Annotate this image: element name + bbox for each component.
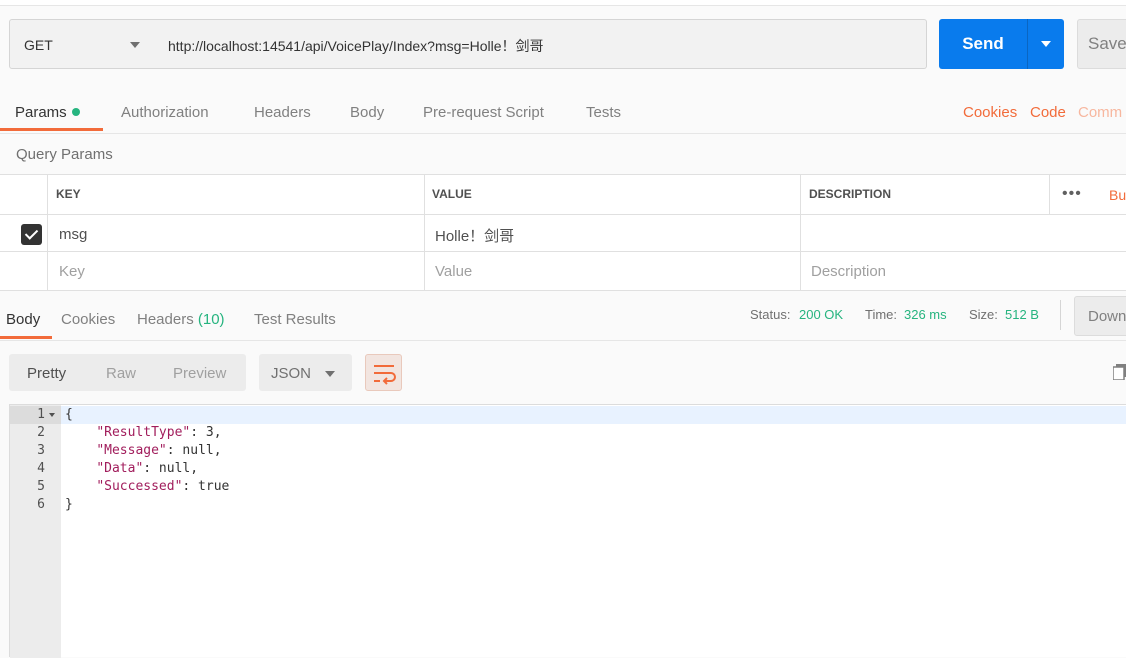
- json-key: "Message": [96, 443, 167, 458]
- code-line: }: [65, 496, 73, 514]
- pretty-button[interactable]: Pretty: [27, 365, 66, 382]
- new-description-input[interactable]: Description: [811, 263, 886, 280]
- save-button[interactable]: Save: [1077, 19, 1126, 69]
- json-value: : null,: [166, 443, 222, 458]
- status-label: Status:: [750, 307, 791, 322]
- copy-icon[interactable]: [1113, 364, 1126, 380]
- tab-params[interactable]: Params: [15, 104, 80, 121]
- table-col-divider: [1049, 175, 1050, 214]
- code-line: "Message": null,: [65, 442, 222, 460]
- json-key: "Successed": [96, 479, 183, 494]
- code-line: "ResultType": 3,: [65, 424, 222, 442]
- json-value: : null,: [143, 461, 199, 476]
- cookies-link[interactable]: Cookies: [963, 104, 1017, 121]
- column-header-value: VALUE: [432, 187, 472, 201]
- response-body-editor[interactable]: 1 2 3 4 5 6 { "ResultType": 3, "Message"…: [9, 404, 1126, 658]
- tab-authorization[interactable]: Authorization: [121, 104, 209, 121]
- request-tabs-divider: [0, 133, 1126, 134]
- raw-button[interactable]: Raw: [106, 365, 136, 382]
- method-dropdown-caret-icon: [130, 42, 140, 48]
- response-tab-body[interactable]: Body: [6, 311, 40, 328]
- wrap-lines-icon: [374, 365, 396, 385]
- format-label: JSON: [271, 365, 312, 382]
- more-dots-icon[interactable]: •••: [1062, 185, 1082, 203]
- param-key-field[interactable]: msg: [59, 226, 87, 243]
- line-number: 4: [37, 461, 45, 476]
- headers-count-badge: (10): [197, 311, 225, 328]
- table-divider: [0, 251, 1126, 252]
- tab-body[interactable]: Body: [350, 104, 384, 121]
- line-number: 6: [37, 497, 45, 512]
- response-active-tab-indicator: [0, 336, 52, 339]
- tab-pre-request-script[interactable]: Pre-request Script: [423, 104, 544, 121]
- response-tab-test-results[interactable]: Test Results: [254, 311, 336, 328]
- column-header-description: DESCRIPTION: [809, 187, 892, 201]
- bulk-edit-link[interactable]: Bu: [1109, 187, 1126, 203]
- status-value[interactable]: 200 OK: [799, 307, 843, 322]
- json-value: : true: [182, 479, 230, 494]
- format-select[interactable]: JSON: [259, 354, 352, 391]
- code-brace: {: [65, 407, 73, 422]
- time-label: Time:: [865, 307, 898, 322]
- download-button[interactable]: Down: [1074, 296, 1126, 336]
- code-line: "Successed": true: [65, 478, 229, 496]
- send-button[interactable]: Send: [939, 19, 1027, 69]
- json-value: : 3,: [190, 425, 222, 440]
- size-value[interactable]: 512 B: [1005, 307, 1039, 322]
- tab-headers[interactable]: Headers: [254, 104, 311, 121]
- table-col-divider: [424, 175, 425, 291]
- active-tab-indicator: [0, 128, 103, 131]
- line-number: 1: [37, 407, 45, 422]
- status-divider: [1060, 300, 1061, 330]
- query-params-table: KEY VALUE DESCRIPTION ••• Bu msg Holle！剑…: [0, 174, 1126, 291]
- view-mode-group: Pretty Raw Preview: [9, 354, 246, 391]
- line-number: 2: [37, 425, 45, 440]
- response-tabs-divider: [0, 340, 1126, 341]
- comments-link[interactable]: Comm: [1078, 104, 1122, 121]
- window-top-strip: [0, 0, 1126, 6]
- line-number: 5: [37, 479, 45, 494]
- json-key: "ResultType": [96, 425, 191, 440]
- table-divider: [0, 290, 1126, 291]
- size-label: Size:: [969, 307, 998, 322]
- code-link[interactable]: Code: [1030, 104, 1066, 121]
- wrap-lines-button[interactable]: [365, 354, 402, 391]
- line-number: 3: [37, 443, 45, 458]
- response-tab-cookies[interactable]: Cookies: [61, 311, 115, 328]
- time-value[interactable]: 326 ms: [904, 307, 947, 322]
- code-line: {: [65, 406, 73, 424]
- format-dropdown-caret-icon: [325, 371, 335, 377]
- json-key: "Data": [96, 461, 144, 476]
- params-active-dot-icon: [71, 108, 80, 116]
- new-value-input[interactable]: Value: [435, 263, 472, 280]
- active-line-highlight: [61, 406, 1126, 424]
- method-select[interactable]: GET: [9, 19, 155, 69]
- param-value-field[interactable]: Holle！剑哥: [435, 225, 514, 246]
- response-tab-headers[interactable]: Headers (10): [137, 311, 225, 328]
- preview-button[interactable]: Preview: [173, 365, 226, 382]
- new-key-input[interactable]: Key: [59, 263, 85, 280]
- send-dropdown-caret-icon: [1041, 41, 1051, 47]
- tab-params-label: Params: [15, 104, 67, 121]
- table-col-divider: [47, 175, 48, 291]
- code-brace: }: [65, 497, 73, 512]
- query-params-title: Query Params: [16, 146, 113, 163]
- response-tab-headers-label: Headers: [137, 311, 194, 328]
- code-line: "Data": null,: [65, 460, 198, 478]
- send-options-button[interactable]: [1027, 19, 1064, 69]
- tab-tests[interactable]: Tests: [586, 104, 621, 121]
- table-divider: [0, 214, 1126, 215]
- method-label: GET: [24, 37, 53, 53]
- table-col-divider: [800, 175, 801, 291]
- param-enabled-checkbox[interactable]: [21, 224, 42, 245]
- url-input[interactable]: http://localhost:14541/api/VoicePlay/Ind…: [154, 19, 927, 69]
- fold-arrow-icon[interactable]: [49, 413, 55, 417]
- column-header-key: KEY: [56, 187, 81, 201]
